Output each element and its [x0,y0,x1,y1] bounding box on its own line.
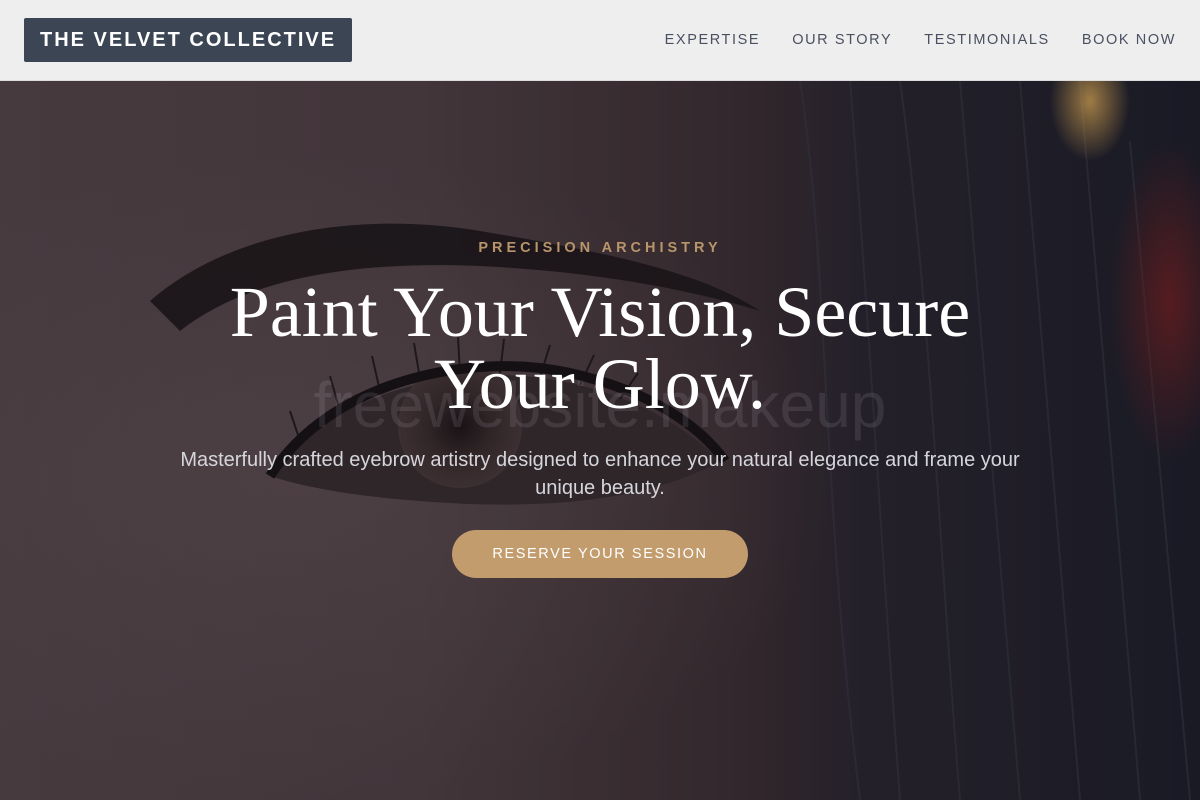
reserve-session-button[interactable]: RESERVE YOUR SESSION [452,530,748,578]
hero-content: PRECISION ARCHISTRY Paint Your Vision, S… [0,81,1200,800]
nav-link-book-now[interactable]: BOOK NOW [1082,32,1176,48]
nav-link-testimonials[interactable]: TESTIMONIALS [924,32,1050,48]
hero-section: freewebsite.makeup PRECISION ARCHISTRY P… [0,81,1200,800]
site-header: THE VELVET COLLECTIVE EXPERTISE OUR STOR… [0,0,1200,81]
hero-eyebrow: PRECISION ARCHISTRY [478,240,722,256]
main-nav: EXPERTISE OUR STORY TESTIMONIALS BOOK NO… [665,32,1176,48]
hero-subhead: Masterfully crafted eyebrow artistry des… [180,449,1020,499]
hero-headline: Paint Your Vision, Secure Your Glow. [229,272,971,424]
nav-link-expertise[interactable]: EXPERTISE [665,32,761,48]
brand-logo[interactable]: THE VELVET COLLECTIVE [24,18,353,62]
nav-link-our-story[interactable]: OUR STORY [792,32,892,48]
